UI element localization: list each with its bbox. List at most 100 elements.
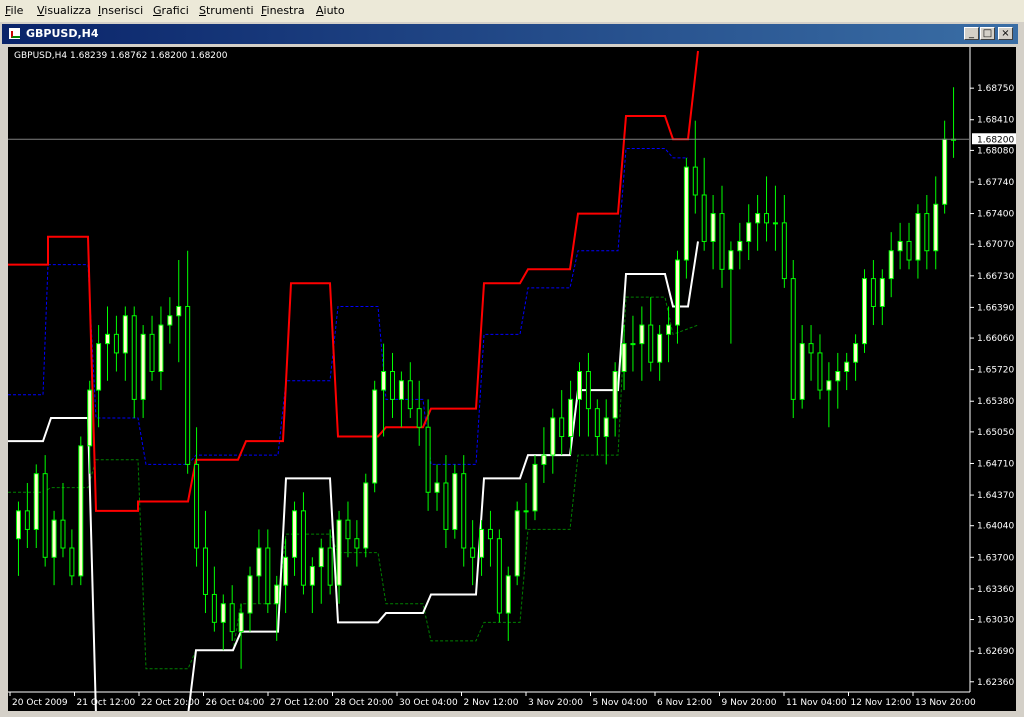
bull-candle <box>755 213 761 224</box>
bull-candle <box>710 213 716 242</box>
menu-aiuto[interactable]: Aiuto <box>316 4 345 17</box>
bull-candle <box>657 333 663 363</box>
bear-candle <box>559 417 565 438</box>
bull-candle <box>888 250 894 280</box>
bull-candle <box>630 343 636 346</box>
bull-candle <box>933 203 939 252</box>
bull-candle <box>603 417 609 438</box>
bear-candle <box>265 547 271 605</box>
bull-candle <box>942 138 948 205</box>
bull-candle <box>915 213 921 261</box>
bull-candle <box>639 324 645 345</box>
bull-candle <box>33 473 39 530</box>
bear-candle <box>211 593 217 623</box>
bull-candle <box>479 528 485 558</box>
bull-candle <box>220 603 226 623</box>
bull-candle <box>140 333 146 400</box>
bull-candle <box>505 575 511 614</box>
bear-candle <box>149 333 155 372</box>
bull-candle <box>826 380 832 391</box>
bull-candle <box>728 250 734 270</box>
price-tick-label: 1.63030 <box>977 616 1014 626</box>
bear-candle <box>496 538 502 614</box>
bear-candle <box>817 352 823 391</box>
bear-candle <box>131 315 137 400</box>
price-tick-label: 1.65720 <box>977 366 1014 376</box>
bear-candle <box>24 510 30 530</box>
title-bar[interactable]: GBPUSD,H4 _ □ × <box>2 24 1018 44</box>
bull-candle <box>381 371 387 391</box>
price-tick-label: 1.63360 <box>977 585 1014 595</box>
bear-candle <box>60 519 66 549</box>
price-tick-label: 1.66730 <box>977 272 1014 282</box>
menu-strumenti[interactable]: Strumenti <box>199 4 254 17</box>
bear-candle <box>487 528 493 540</box>
bull-candle <box>256 547 262 577</box>
bear-candle <box>113 333 119 354</box>
price-chart[interactable]: GBPUSD,H4 1.68239 1.68762 1.68200 1.6820… <box>8 47 1016 711</box>
bear-candle <box>327 547 333 586</box>
price-tick-label: 1.62690 <box>977 647 1014 657</box>
bull-candle <box>541 454 547 465</box>
price-tick-label: 1.68410 <box>977 116 1014 126</box>
maximize-button[interactable]: □ <box>980 27 995 40</box>
time-tick-label: 22 Oct 20:00 <box>141 698 200 708</box>
menu-inserisci[interactable]: Inserisci <box>98 4 143 17</box>
bear-candle <box>470 547 476 558</box>
bear-candle <box>202 547 208 595</box>
bear-candle <box>300 510 306 586</box>
bear-candle <box>407 380 413 410</box>
bear-candle <box>906 240 912 261</box>
time-tick-label: 27 Oct 12:00 <box>270 698 329 708</box>
upper-band <box>8 50 699 512</box>
time-tick-label: 30 Oct 04:00 <box>399 698 458 708</box>
bear-candle <box>461 473 467 549</box>
menu-file[interactable]: File <box>5 4 23 17</box>
bull-candle <box>51 519 57 558</box>
bull-candle <box>247 575 253 614</box>
bear-candle <box>594 408 600 438</box>
menu-grafici[interactable]: Grafici <box>153 4 189 17</box>
bull-candle <box>15 510 21 540</box>
chart-icon <box>8 27 21 40</box>
bear-candle <box>194 463 200 549</box>
price-tick-label: 1.67400 <box>977 210 1014 220</box>
bear-candle <box>764 213 770 224</box>
bull-candle <box>336 519 342 586</box>
bull-candle <box>568 398 574 438</box>
mid-lower-band <box>8 296 699 670</box>
lower-band <box>8 241 699 711</box>
bear-candle <box>443 482 449 530</box>
bull-candle <box>78 445 84 577</box>
menu-bar: File Visualizza Inserisci Grafici Strumenti F… <box>0 0 1024 23</box>
bull-candle <box>176 305 182 317</box>
bull-candle <box>238 612 244 633</box>
bear-candle <box>701 194 707 242</box>
time-tick-label: 12 Nov 12:00 <box>851 698 912 708</box>
bear-candle <box>416 408 422 428</box>
bull-candle <box>167 315 173 326</box>
bear-candle <box>345 519 351 540</box>
time-tick-label: 2 Nov 12:00 <box>464 698 519 708</box>
menu-visualizza[interactable]: Visualizza <box>37 4 91 17</box>
minimize-button[interactable]: _ <box>964 27 979 40</box>
menu-finestra[interactable]: Finestra <box>261 4 305 17</box>
close-button[interactable]: × <box>998 27 1013 40</box>
chart-area[interactable]: GBPUSD,H4 1.68239 1.68762 1.68200 1.6820… <box>8 47 1016 711</box>
time-tick-label: 21 Oct 12:00 <box>77 698 136 708</box>
bear-candle <box>185 305 191 465</box>
price-tick-label: 1.65380 <box>977 397 1014 407</box>
time-tick-label: 5 Nov 04:00 <box>593 698 648 708</box>
time-tick-label: 6 Nov 12:00 <box>657 698 712 708</box>
bear-candle <box>781 222 787 280</box>
bull-candle <box>835 371 841 382</box>
bull-candle <box>372 389 378 484</box>
bear-candle <box>354 538 360 549</box>
price-tick-label: 1.62360 <box>977 678 1014 688</box>
bull-candle <box>612 371 618 419</box>
bull-candle <box>523 510 529 513</box>
time-tick-label: 13 Nov 20:00 <box>915 698 976 708</box>
price-tick-label: 1.63700 <box>977 553 1014 563</box>
bear-candle <box>648 324 654 363</box>
time-tick-label: 3 Nov 20:00 <box>528 698 583 708</box>
